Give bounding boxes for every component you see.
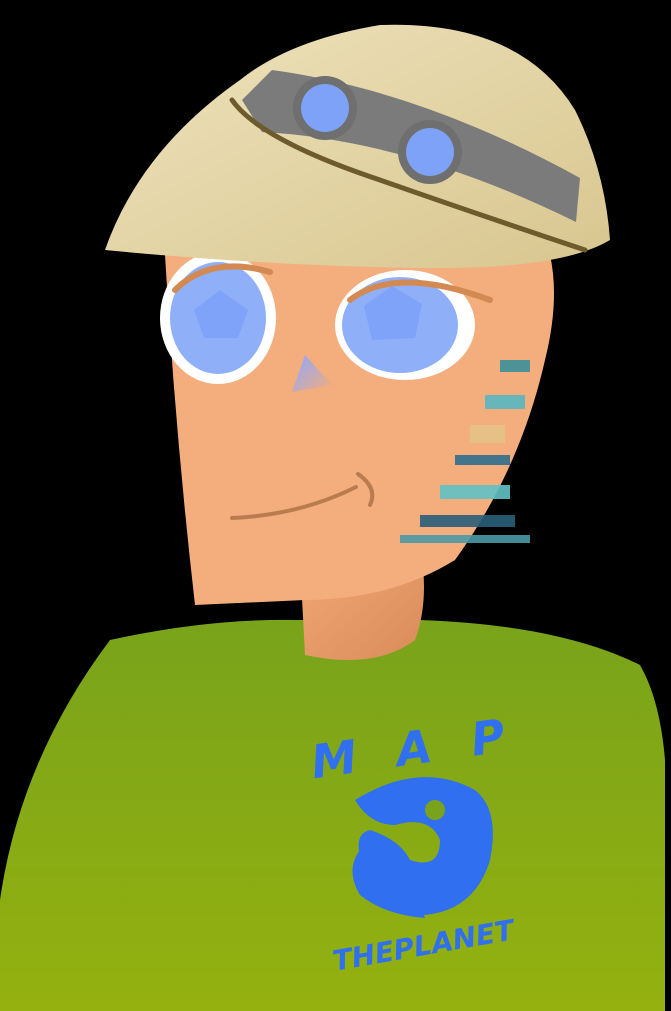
left-eye bbox=[160, 252, 276, 384]
explorer-character-illustration: MAP THEPLANET bbox=[0, 0, 671, 1011]
illustration-stage: MAP THEPLANET bbox=[0, 0, 671, 1011]
